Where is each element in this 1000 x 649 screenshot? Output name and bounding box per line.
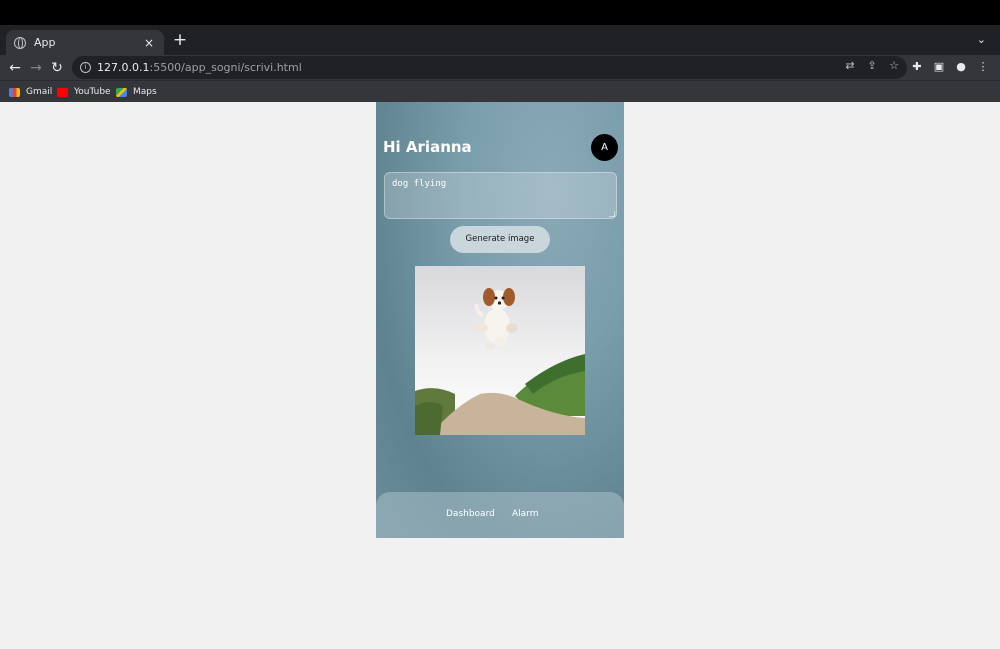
browser-tab[interactable]: App × — [6, 30, 164, 55]
url-text: 127.0.0.1:5500/app_sogni/scrivi.html — [97, 61, 302, 74]
new-tab-button[interactable]: + — [170, 30, 190, 50]
info-icon[interactable]: i — [80, 62, 91, 73]
bookmark-label: Gmail — [26, 87, 53, 97]
side-panel-icon[interactable]: ▣ — [932, 59, 946, 75]
generate-image-button[interactable]: Generate image — [450, 226, 550, 253]
forward-arrow-icon[interactable]: → — [26, 58, 46, 78]
reload-icon[interactable]: ↻ — [47, 58, 67, 78]
resize-handle[interactable] — [609, 211, 615, 217]
page-viewport: Hi Arianna A dog flying Generate image D… — [0, 102, 1000, 649]
screen-top-strip — [0, 0, 1000, 25]
profile-icon[interactable]: ● — [954, 59, 968, 75]
share-icon[interactable]: ⇪ — [865, 59, 879, 73]
bookmarks-bar: Gmail YouTube Maps — [0, 80, 1000, 102]
bookmark-gmail[interactable]: Gmail — [9, 84, 52, 100]
tab-title: App — [34, 36, 56, 49]
back-arrow-icon[interactable]: ← — [5, 58, 25, 78]
tab-bar: App × + ⌄ — [0, 25, 1000, 55]
gmail-icon — [9, 87, 20, 97]
bookmark-maps[interactable]: Maps — [116, 84, 157, 100]
menu-kebab-icon[interactable]: ⋮ — [976, 59, 990, 75]
avatar[interactable]: A — [591, 134, 618, 161]
tab-search-chevron-icon[interactable]: ⌄ — [977, 33, 986, 46]
prompt-input[interactable]: dog flying — [384, 172, 617, 219]
nav-dashboard[interactable]: Dashboard — [446, 509, 495, 519]
extensions-icon[interactable]: ✚ — [910, 59, 924, 75]
globe-icon — [14, 36, 26, 49]
navigation-bar: ← → ↻ i 127.0.0.1:5500/app_sogni/scrivi.… — [0, 55, 1000, 80]
bottom-navigation: Dashboard Alarm — [376, 492, 624, 538]
maps-icon — [116, 87, 127, 97]
app-panel: Hi Arianna A dog flying Generate image D… — [376, 102, 624, 538]
translate-icon[interactable]: ⇄ — [843, 59, 857, 73]
bookmark-youtube[interactable]: YouTube — [57, 84, 111, 100]
tab-close-icon[interactable]: × — [142, 36, 156, 50]
address-bar[interactable]: i 127.0.0.1:5500/app_sogni/scrivi.html ⇄… — [72, 56, 907, 79]
generated-dog-image — [415, 266, 585, 435]
star-icon[interactable]: ☆ — [887, 59, 901, 73]
bookmark-label: Maps — [133, 87, 157, 97]
youtube-icon — [57, 87, 68, 97]
greeting-title: Hi Arianna — [383, 138, 472, 156]
nav-alarm[interactable]: Alarm — [512, 509, 538, 519]
bookmark-label: YouTube — [74, 87, 111, 97]
